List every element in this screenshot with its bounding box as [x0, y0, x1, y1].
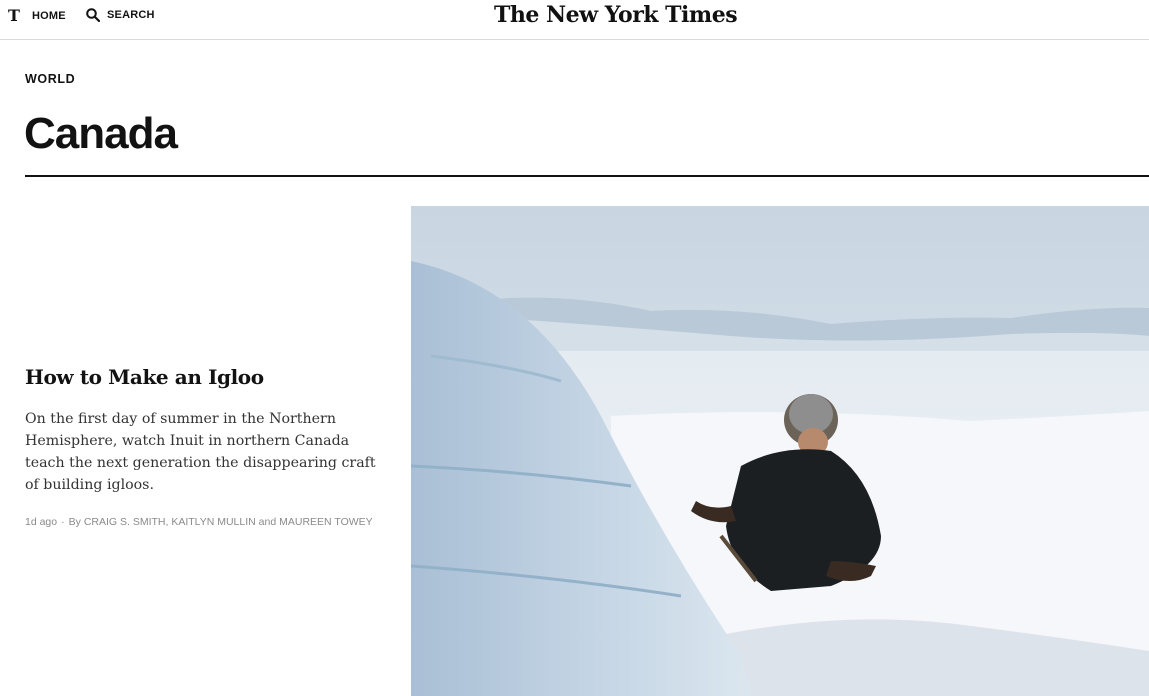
- byline-prefix: By: [68, 516, 81, 528]
- story-timestamp: 1d ago: [25, 516, 58, 528]
- byline-separator: ·: [61, 516, 65, 528]
- story-headline-link[interactable]: How to Make an Igloo: [25, 365, 264, 389]
- page-title: Canada: [24, 109, 178, 158]
- search-icon: [86, 8, 100, 22]
- story-photo[interactable]: [411, 206, 1149, 696]
- nyt-masthead-logo[interactable]: The New York Times: [494, 2, 738, 28]
- search-label: SEARCH: [107, 9, 155, 21]
- byline-authors: CRAIG S. SMITH, KAITLYN MULLIN: [83, 516, 256, 528]
- byline-last-author: MAUREEN TOWEY: [279, 516, 373, 528]
- nyt-t-logo-icon[interactable]: T: [8, 6, 20, 25]
- search-button[interactable]: SEARCH: [86, 8, 155, 22]
- story-byline: 1d ago · By CRAIG S. SMITH, KAITLYN MULLIN…: [25, 516, 373, 528]
- home-link[interactable]: HOME: [32, 10, 66, 22]
- section-kicker-link[interactable]: WORLD: [25, 72, 75, 86]
- top-navigation-bar: T HOME SEARCH The New York Times: [0, 0, 1149, 40]
- byline-and: and: [258, 516, 277, 528]
- title-divider: [25, 175, 1149, 177]
- story-summary: On the first day of summer in the Northe…: [25, 411, 376, 493]
